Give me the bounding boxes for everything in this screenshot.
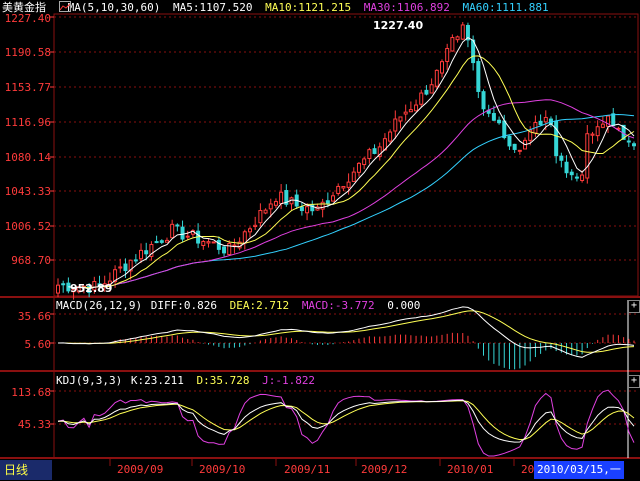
- low-annotation: 952.89: [70, 282, 112, 295]
- price-axis-labels: 1227.40 1190.58 1153.77 1116.96 1080.14 …: [5, 12, 52, 431]
- ma-indicator-icon[interactable]: [58, 1, 71, 12]
- diff-value: DIFF:0.826: [150, 299, 217, 312]
- date-tick: 2009/09: [117, 463, 163, 476]
- macd-params[interactable]: MACD(26,12,9): [56, 299, 142, 312]
- price-tick: 1006.52: [5, 220, 51, 233]
- period-tab-daily[interactable]: 日线: [0, 460, 52, 480]
- d-value: D:35.728: [196, 374, 250, 387]
- grid: [0, 13, 640, 466]
- j-line: [57, 389, 635, 457]
- date-tick: 2010/01: [447, 463, 493, 476]
- ma60-value: MA60:1111.881: [462, 1, 549, 14]
- price-tick: 968.70: [11, 254, 51, 267]
- date-cursor-label: 2010/03/15,一: [534, 461, 624, 479]
- price-tick: 1190.58: [5, 46, 51, 59]
- chart-stage[interactable]: 1227.40 1190.58 1153.77 1116.96 1080.14 …: [0, 0, 640, 481]
- price-tick: 1080.14: [5, 151, 52, 164]
- macd-legend: MACD(26,12,9) DIFF:0.826 DEA:2.712 MACD:…: [56, 299, 426, 313]
- price-tick: 1116.96: [5, 116, 51, 129]
- kdj-expand-plus-icon[interactable]: +: [628, 375, 640, 388]
- instrument-title: 美黄金指: [2, 1, 46, 14]
- macd-panel[interactable]: [57, 306, 635, 370]
- candlesticks: [56, 22, 636, 300]
- kdj-legend: KDJ(9,3,3) K:23.211 D:35.728 J:-1.822: [56, 374, 321, 388]
- d-line: [57, 400, 635, 441]
- dea-value: DEA:2.712: [229, 299, 290, 312]
- kdj-tick: 45.33: [18, 418, 51, 431]
- macd-expand-plus-icon[interactable]: +: [628, 300, 640, 313]
- date-axis-labels: 2009/09 2009/10 2009/11 2009/12 2010/01 …: [117, 463, 534, 476]
- ma5-value: MA5:1107.520: [172, 1, 253, 14]
- high-annotation: 1227.40: [373, 19, 423, 32]
- kdj-tick: 113.68: [11, 386, 51, 399]
- ma60-line: [89, 113, 635, 289]
- price-tick: 1043.33: [5, 185, 51, 198]
- date-tick: 2009/12: [361, 463, 407, 476]
- ma10-value: MA10:1121.215: [265, 1, 352, 14]
- k-value: K:23.211: [130, 374, 184, 387]
- date-tick: 2009/10: [199, 463, 245, 476]
- macd-value: MACD:-3.772: [301, 299, 375, 312]
- ma30-value: MA30:1106.892: [363, 1, 450, 14]
- macd-tick: 35.66: [18, 310, 51, 323]
- kdj-params[interactable]: KDJ(9,3,3): [56, 374, 122, 387]
- price-panel[interactable]: [56, 22, 636, 300]
- price-tick: 1153.77: [5, 81, 51, 94]
- macd-histogram: [62, 332, 635, 370]
- ma-params[interactable]: MA(5,10,30,60): [68, 1, 161, 14]
- date-tick: 2009/11: [284, 463, 330, 476]
- price-legend: 美黄金指 MA(5,10,30,60) MA5:1107.520 MA10:11…: [2, 0, 555, 14]
- kdj-panel[interactable]: [57, 389, 635, 457]
- macd-tick: 5.60: [25, 338, 52, 351]
- date-tick: 20: [521, 463, 534, 476]
- ma10-line: [78, 55, 635, 289]
- j-value: J:-1.822: [262, 374, 316, 387]
- zero-line-value: 0.000: [387, 299, 421, 312]
